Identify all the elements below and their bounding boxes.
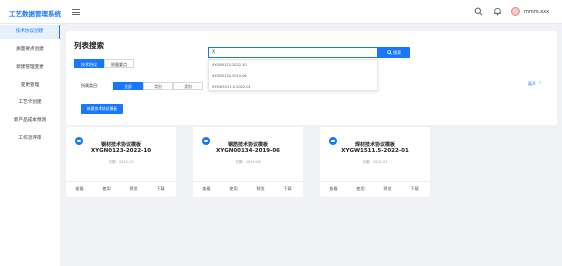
- card-code: XYGN0123-2022-10: [90, 148, 152, 154]
- app-title: 工艺数据管理系统: [9, 10, 61, 18]
- menu-icon[interactable]: [72, 9, 80, 15]
- download-button[interactable]: 下载: [147, 186, 174, 192]
- chevron-right-icon[interactable]: ›: [539, 80, 541, 86]
- sidebar-item-cost-forecast[interactable]: 新产品成本预测: [0, 114, 60, 128]
- view-button[interactable]: 查看: [320, 186, 347, 192]
- sidebar-item-change-management[interactable]: 变更管理: [0, 79, 60, 93]
- card-date: 日期：2019-06: [235, 160, 261, 164]
- card-date: 日期：2022-10: [108, 160, 134, 164]
- search-suggestions: XYGN0123-2022-10 XYGN0134-2019-06 XYGW15…: [208, 59, 378, 91]
- search-button-label: 搜索: [393, 50, 402, 55]
- card-title: 焊材技术协议模板: [354, 142, 395, 148]
- download-button[interactable]: 下载: [401, 186, 428, 192]
- preview-button[interactable]: 预览: [120, 186, 147, 192]
- suggestion-item[interactable]: XYGW1511.5-2022-01: [212, 85, 251, 89]
- card-actions: 查看 使用 预览 下载: [66, 181, 176, 197]
- username[interactable]: mmm.xxx: [524, 9, 549, 15]
- search-icon[interactable]: [474, 7, 483, 16]
- download-button[interactable]: 下载: [274, 186, 301, 192]
- avatar[interactable]: [511, 7, 520, 16]
- filter-label: 所属类目:: [81, 83, 99, 88]
- preview-button[interactable]: 预览: [374, 186, 401, 192]
- sidebar-item-new-change[interactable]: 新建管理变更: [0, 61, 60, 75]
- card-code: XYGW1511.5-2022-01: [341, 148, 409, 154]
- filter-category-button[interactable]: 类别: [173, 82, 203, 90]
- bell-icon[interactable]: [493, 7, 502, 16]
- expand-link[interactable]: 展开: [528, 81, 536, 87]
- search-button[interactable]: 搜索: [378, 47, 410, 58]
- search-icon: [387, 49, 392, 55]
- card-title: 钢材技术协议模板: [100, 142, 141, 148]
- use-button[interactable]: 使用: [93, 186, 120, 192]
- preview-button[interactable]: 预览: [247, 186, 274, 192]
- card-actions: 查看 使用 预览 下载: [193, 181, 303, 197]
- page-title: 列表搜索: [74, 41, 104, 50]
- sidebar-item-tech-agreement[interactable]: 技术协议创建: [0, 25, 60, 39]
- view-button[interactable]: 查看: [66, 186, 93, 192]
- card-code: XYGN00134-2019-06: [215, 148, 280, 154]
- tab-quality-points[interactable]: 质量要点: [104, 59, 134, 68]
- filter-all-button[interactable]: 全部: [113, 82, 143, 90]
- use-button[interactable]: 使用: [347, 186, 374, 192]
- sidebar-item-quality-points[interactable]: 质量要点创建: [0, 43, 60, 57]
- suggestion-item[interactable]: XYGN0134-2019-06: [212, 74, 247, 78]
- view-button[interactable]: 查看: [193, 186, 220, 192]
- search-input[interactable]: X: [208, 47, 378, 58]
- sidebar-item-workflow-review[interactable]: 工作流评审: [0, 132, 60, 146]
- sidebar-item-process-card[interactable]: 工艺卡创建: [0, 96, 60, 110]
- use-button[interactable]: 使用: [220, 186, 247, 192]
- new-template-button[interactable]: 新建技术协议模板: [81, 104, 123, 114]
- tab-tech-agreement[interactable]: 技术协议: [74, 59, 104, 68]
- suggestion-item[interactable]: XYGN0123-2022-10: [212, 63, 247, 67]
- card-actions: 查看 使用 预览 下载: [320, 181, 430, 197]
- card-date: 日期：2022-01: [362, 160, 388, 164]
- card-title: 钢筋技术协议模板: [227, 142, 268, 148]
- filter-category-button[interactable]: 类别: [143, 82, 173, 90]
